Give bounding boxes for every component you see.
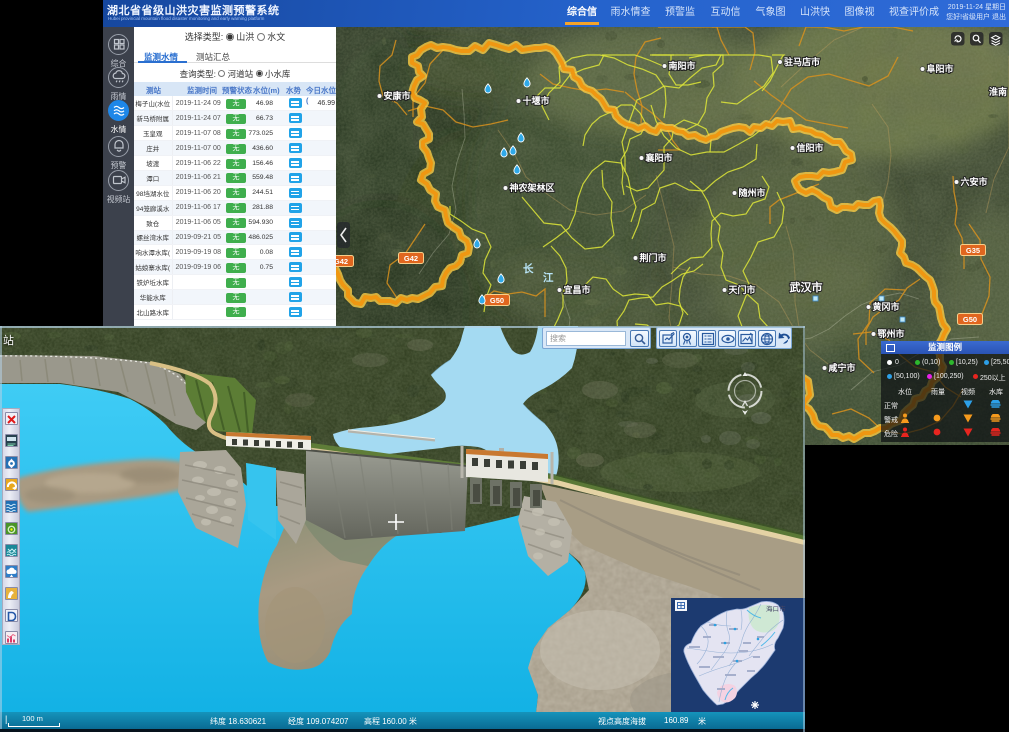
svg-text:G50: G50 bbox=[963, 315, 977, 324]
svg-text:G42: G42 bbox=[336, 257, 348, 266]
svg-text:随州市: 随州市 bbox=[738, 187, 765, 198]
svg-text:神农架林区: 神农架林区 bbox=[509, 182, 554, 193]
svg-text:江: 江 bbox=[543, 271, 554, 284]
svg-text:驻马店市: 驻马店市 bbox=[784, 56, 820, 67]
svg-text:襄阳市: 襄阳市 bbox=[644, 152, 672, 163]
svg-text:宜昌市: 宜昌市 bbox=[563, 284, 590, 295]
svg-text:G35: G35 bbox=[966, 246, 980, 255]
svg-text:长: 长 bbox=[523, 262, 534, 275]
svg-text:阜阳市: 阜阳市 bbox=[926, 63, 953, 74]
svg-text:G50: G50 bbox=[490, 296, 504, 305]
svg-text:天门市: 天门市 bbox=[728, 284, 755, 295]
svg-text:信阳市: 信阳市 bbox=[796, 142, 823, 153]
svg-text:G42: G42 bbox=[404, 254, 418, 263]
svg-text:武汉市: 武汉市 bbox=[790, 280, 823, 294]
svg-text:鄂州市: 鄂州市 bbox=[877, 328, 904, 339]
svg-text:海口市: 海口市 bbox=[766, 604, 786, 613]
svg-text:咸宁市: 咸宁市 bbox=[828, 362, 855, 373]
svg-text:南阳市: 南阳市 bbox=[668, 60, 695, 71]
svg-text:荆门市: 荆门市 bbox=[639, 252, 666, 263]
svg-text:六安市: 六安市 bbox=[960, 176, 987, 187]
svg-text:安康市: 安康市 bbox=[383, 90, 410, 101]
svg-text:黄冈市: 黄冈市 bbox=[872, 301, 899, 312]
svg-text:十堰市: 十堰市 bbox=[522, 95, 549, 106]
svg-text:淮南: 淮南 bbox=[989, 86, 1007, 97]
